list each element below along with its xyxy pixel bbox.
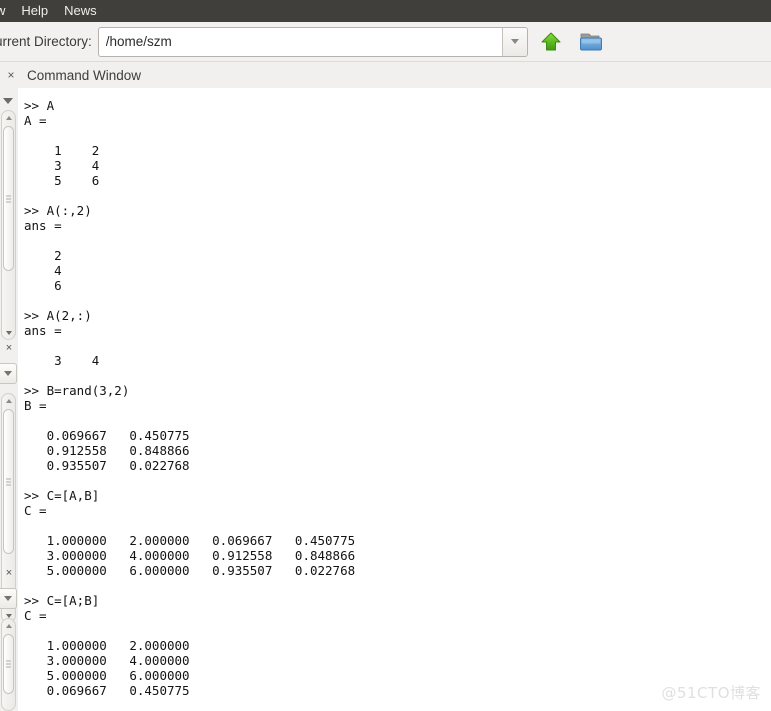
tab-command-window[interactable]: Command Window xyxy=(27,68,141,83)
green-up-arrow-icon xyxy=(541,32,561,50)
scrollbar-grip-icon-1 xyxy=(6,193,11,204)
command-window-tab-strip: × Command Window xyxy=(0,62,771,88)
menu-bar: w Help News xyxy=(0,0,771,22)
panel-close-icon-2[interactable]: × xyxy=(2,568,16,579)
menu-item-window-clipped[interactable]: w xyxy=(0,0,13,22)
toolbar: urrent Directory: xyxy=(0,22,771,62)
scroll-up-arrow-icon-2[interactable] xyxy=(2,394,15,407)
panel-collapse-caret-icon-1[interactable] xyxy=(3,98,13,104)
close-icon[interactable]: × xyxy=(2,69,20,81)
panel-dropdown-button-2[interactable] xyxy=(0,588,17,609)
console-scroll-area: >> A A = 1 2 3 4 5 6 >> A(:,2) ans = 2 4… xyxy=(18,88,771,698)
current-directory-input[interactable] xyxy=(98,27,502,56)
chevron-down-icon-panel-1 xyxy=(4,371,12,376)
directory-history-dropdown[interactable] xyxy=(501,27,527,56)
scrollbar-thumb-1[interactable] xyxy=(3,126,14,271)
menu-item-help[interactable]: Help xyxy=(13,0,56,22)
current-directory-label: urrent Directory: xyxy=(0,34,92,49)
browse-folder-button[interactable] xyxy=(574,25,608,59)
folder-icon xyxy=(579,33,602,50)
scroll-up-arrow-icon-1[interactable] xyxy=(2,111,15,124)
matlab-octave-gui-window: w Help News urrent Directory: /home/szm … xyxy=(0,0,771,711)
menu-item-news[interactable]: News xyxy=(56,0,105,22)
panel-scrollbar-1[interactable] xyxy=(1,110,16,340)
scroll-up-arrow-icon-3[interactable] xyxy=(2,619,15,632)
go-up-directory-button[interactable] xyxy=(534,25,568,59)
scrollbar-grip-icon-3 xyxy=(6,659,11,670)
current-directory-combobox[interactable] xyxy=(97,26,528,57)
command-window-console[interactable]: >> A A = 1 2 3 4 5 6 >> A(:,2) ans = 2 4… xyxy=(18,88,771,711)
panel-scrollbar-3[interactable] xyxy=(1,618,16,711)
left-docked-panel-strip: × × xyxy=(0,88,18,711)
chevron-down-icon xyxy=(510,39,519,44)
scrollbar-thumb-2[interactable] xyxy=(3,409,14,554)
scrollbar-thumb-3[interactable] xyxy=(3,634,14,694)
panel-close-icon-1[interactable]: × xyxy=(2,343,16,354)
panel-dropdown-button-1[interactable] xyxy=(0,363,17,384)
chevron-down-icon-panel-2 xyxy=(4,596,12,601)
scroll-down-arrow-icon-1[interactable] xyxy=(2,326,15,339)
watermark: @51CTO博客 xyxy=(661,684,761,702)
scrollbar-grip-icon-2 xyxy=(6,476,11,487)
console-output-text: >> A A = 1 2 3 4 5 6 >> A(:,2) ans = 2 4… xyxy=(24,98,356,698)
